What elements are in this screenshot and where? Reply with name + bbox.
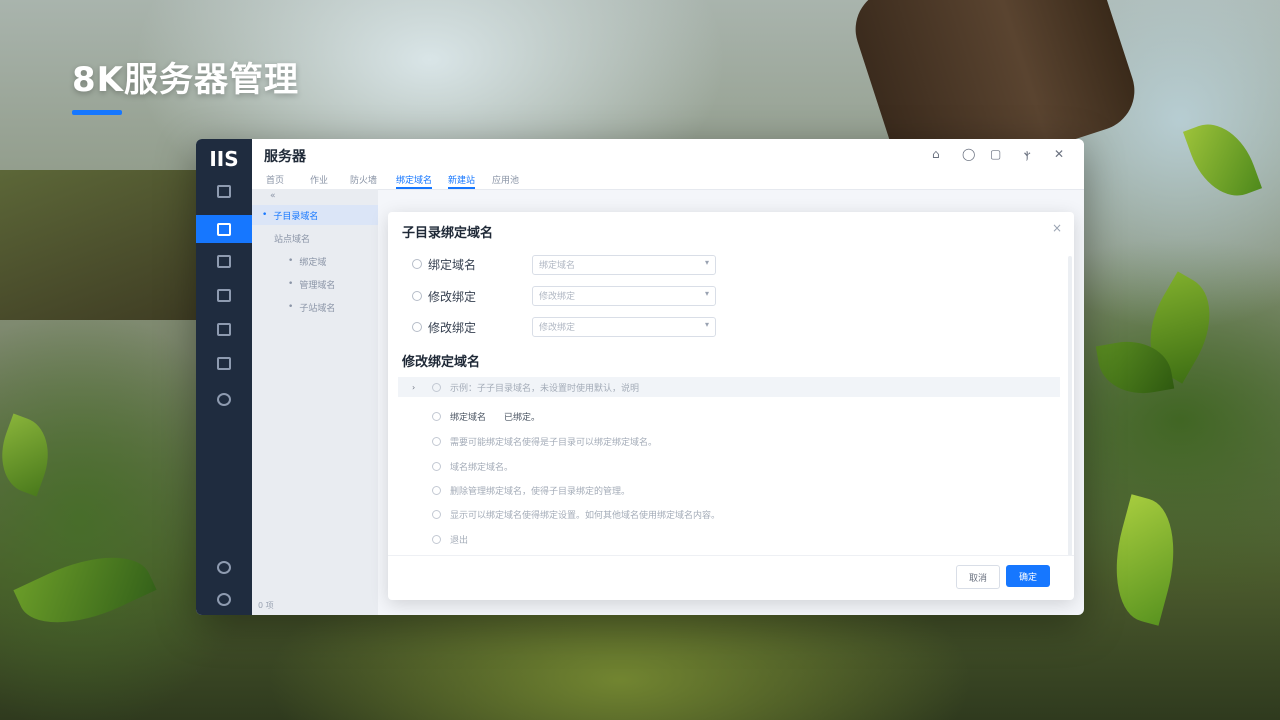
form-row-bind-domain: 绑定域名: [412, 254, 476, 274]
option-text: 域名绑定域名。: [450, 462, 514, 473]
option-text: 退出: [450, 535, 469, 546]
leaf: [13, 535, 157, 645]
option-text: 显示可以绑定域名使得绑定设置。如何其他域名使用绑定域名内容。: [450, 510, 721, 521]
radio[interactable]: [432, 534, 441, 544]
ok-button[interactable]: 确定: [1006, 565, 1050, 587]
status-text: 0 项: [258, 601, 274, 610]
list-item[interactable]: 需要可能绑定域名使得是子目录可以绑定绑定域名。: [398, 431, 1060, 451]
subnav-item-label: 子站域名: [299, 303, 336, 314]
section-title: 修改绑定域名: [402, 355, 481, 370]
split-icon[interactable]: ⲯ: [1024, 147, 1030, 162]
tab-new-site[interactable]: 新建站: [448, 173, 476, 189]
subnav-item-label: 绑定域: [299, 257, 327, 268]
radio[interactable]: [432, 411, 441, 421]
bind-domain-dialog: 子目录绑定域名 × 绑定域名 绑定域名 ▾ 修改绑定 修改绑定 ▾ 修改绑定 修…: [388, 212, 1074, 600]
radio[interactable]: [412, 291, 422, 301]
option-text: 绑定域名 已绑定。: [450, 412, 541, 423]
sub-navigation: « • 子目录域名 站点域名 • 绑定域 • 管理域名 • 子站域名 0 项: [252, 189, 378, 615]
radio[interactable]: [412, 322, 422, 332]
house-icon[interactable]: [196, 349, 252, 377]
grid-icon[interactable]: [196, 247, 252, 275]
leaf: [1182, 113, 1263, 207]
dialog-footer: 取消 确定: [388, 555, 1074, 600]
subnav-item-bind[interactable]: • 绑定域: [252, 251, 378, 271]
radio[interactable]: [432, 485, 441, 495]
dialog-close-icon[interactable]: ×: [1052, 221, 1062, 235]
chevron-right-icon[interactable]: ›: [412, 383, 415, 392]
select-placeholder: 修改绑定: [539, 292, 576, 302]
select-placeholder: 绑定域名: [539, 261, 576, 271]
back-icon[interactable]: «: [270, 191, 276, 201]
radio[interactable]: [432, 509, 441, 519]
title-underline: [72, 110, 122, 115]
icon-rail: IIS: [196, 139, 252, 615]
subnav-item-subsite[interactable]: • 子站域名: [252, 297, 378, 317]
clock-icon[interactable]: [196, 553, 252, 581]
window-title: 服务器: [264, 149, 306, 165]
radio[interactable]: [432, 382, 441, 392]
tab-firewall[interactable]: 防火墙: [350, 173, 377, 186]
scrollbar[interactable]: [1068, 256, 1072, 556]
list-item[interactable]: 删除管理绑定域名，使得子目录绑定的管理。: [398, 480, 1060, 500]
list-item[interactable]: 域名绑定域名。: [398, 456, 1060, 476]
close-icon[interactable]: ✕: [1054, 147, 1064, 161]
radio[interactable]: [412, 259, 422, 269]
window-topbar: 服务器 ⌂ ◯ ▢ ⲯ ✕: [252, 139, 1084, 172]
app-logo: IIS: [209, 147, 239, 171]
server-icon[interactable]: [196, 215, 252, 243]
form-label: 绑定域名: [428, 257, 477, 272]
tab-bind-domain[interactable]: 绑定域名: [396, 173, 433, 189]
list-icon[interactable]: [196, 281, 252, 309]
form-label: 修改绑定: [428, 320, 477, 335]
power-icon[interactable]: [196, 585, 252, 613]
page-title: 8K服务器管理: [72, 60, 300, 100]
subnav-item-site-domain[interactable]: 站点域名: [252, 228, 378, 248]
form-row-modify-bind: 修改绑定: [412, 286, 476, 306]
option-text: 需要可能绑定域名使得是子目录可以绑定绑定域名。: [450, 437, 658, 448]
modify-bind-select-2[interactable]: 修改绑定 ▾: [532, 317, 716, 337]
radio[interactable]: [432, 461, 441, 471]
subnav-item-subdir-domain[interactable]: • 子目录域名: [252, 205, 378, 225]
circle-icon[interactable]: ◯: [962, 147, 975, 161]
list-item[interactable]: 绑定域名 已绑定。: [398, 406, 1060, 426]
tab-app-pool[interactable]: 应用池: [492, 173, 519, 186]
bind-domain-select[interactable]: 绑定域名 ▾: [532, 255, 716, 275]
subnav-item-label: 管理域名: [299, 280, 336, 291]
pin-icon[interactable]: ⌂: [932, 147, 940, 161]
tab-bar: 首页 作业 防火墙 绑定域名 新建站 应用池: [252, 171, 1084, 190]
form-label: 修改绑定: [428, 289, 477, 304]
chevron-down-icon: ▾: [704, 320, 709, 329]
square-icon[interactable]: ▢: [990, 147, 1001, 161]
list-item[interactable]: 退出: [398, 529, 1060, 549]
option-text: 示例：子子目录域名，未设置时使用默认，说明: [450, 383, 640, 394]
subnav-item-label: 子目录域名: [273, 211, 319, 222]
form-row-modify-bind-2: 修改绑定: [412, 317, 476, 337]
leaf: [0, 413, 61, 497]
subnav-item-manage[interactable]: • 管理域名: [252, 274, 378, 294]
chart-icon[interactable]: [196, 315, 252, 343]
tab-jobs[interactable]: 作业: [310, 173, 328, 186]
globe-icon[interactable]: [196, 385, 252, 413]
select-placeholder: 修改绑定: [539, 323, 576, 333]
chevron-down-icon: ▾: [704, 289, 709, 298]
app-window: IIS 服务器 ⌂ ◯ ▢ ⲯ ✕ 首页 作业 防火墙 绑定域名 新建站 应用池…: [196, 139, 1084, 615]
option-text: 删除管理绑定域名，使得子目录绑定的管理。: [450, 486, 631, 497]
list-item[interactable]: › 示例：子子目录域名，未设置时使用默认，说明: [398, 377, 1060, 397]
modify-bind-select[interactable]: 修改绑定 ▾: [532, 286, 716, 306]
cancel-button[interactable]: 取消: [956, 565, 1000, 589]
tab-home[interactable]: 首页: [266, 173, 284, 186]
leaf: [1100, 494, 1190, 626]
chevron-down-icon: ▾: [704, 258, 709, 267]
subnav-item-label: 站点域名: [274, 234, 311, 245]
radio[interactable]: [432, 436, 441, 446]
dialog-title: 子目录绑定域名: [402, 226, 494, 241]
home-icon[interactable]: [196, 177, 252, 205]
list-item[interactable]: 显示可以绑定域名使得绑定设置。如何其他域名使用绑定域名内容。: [398, 504, 1060, 524]
